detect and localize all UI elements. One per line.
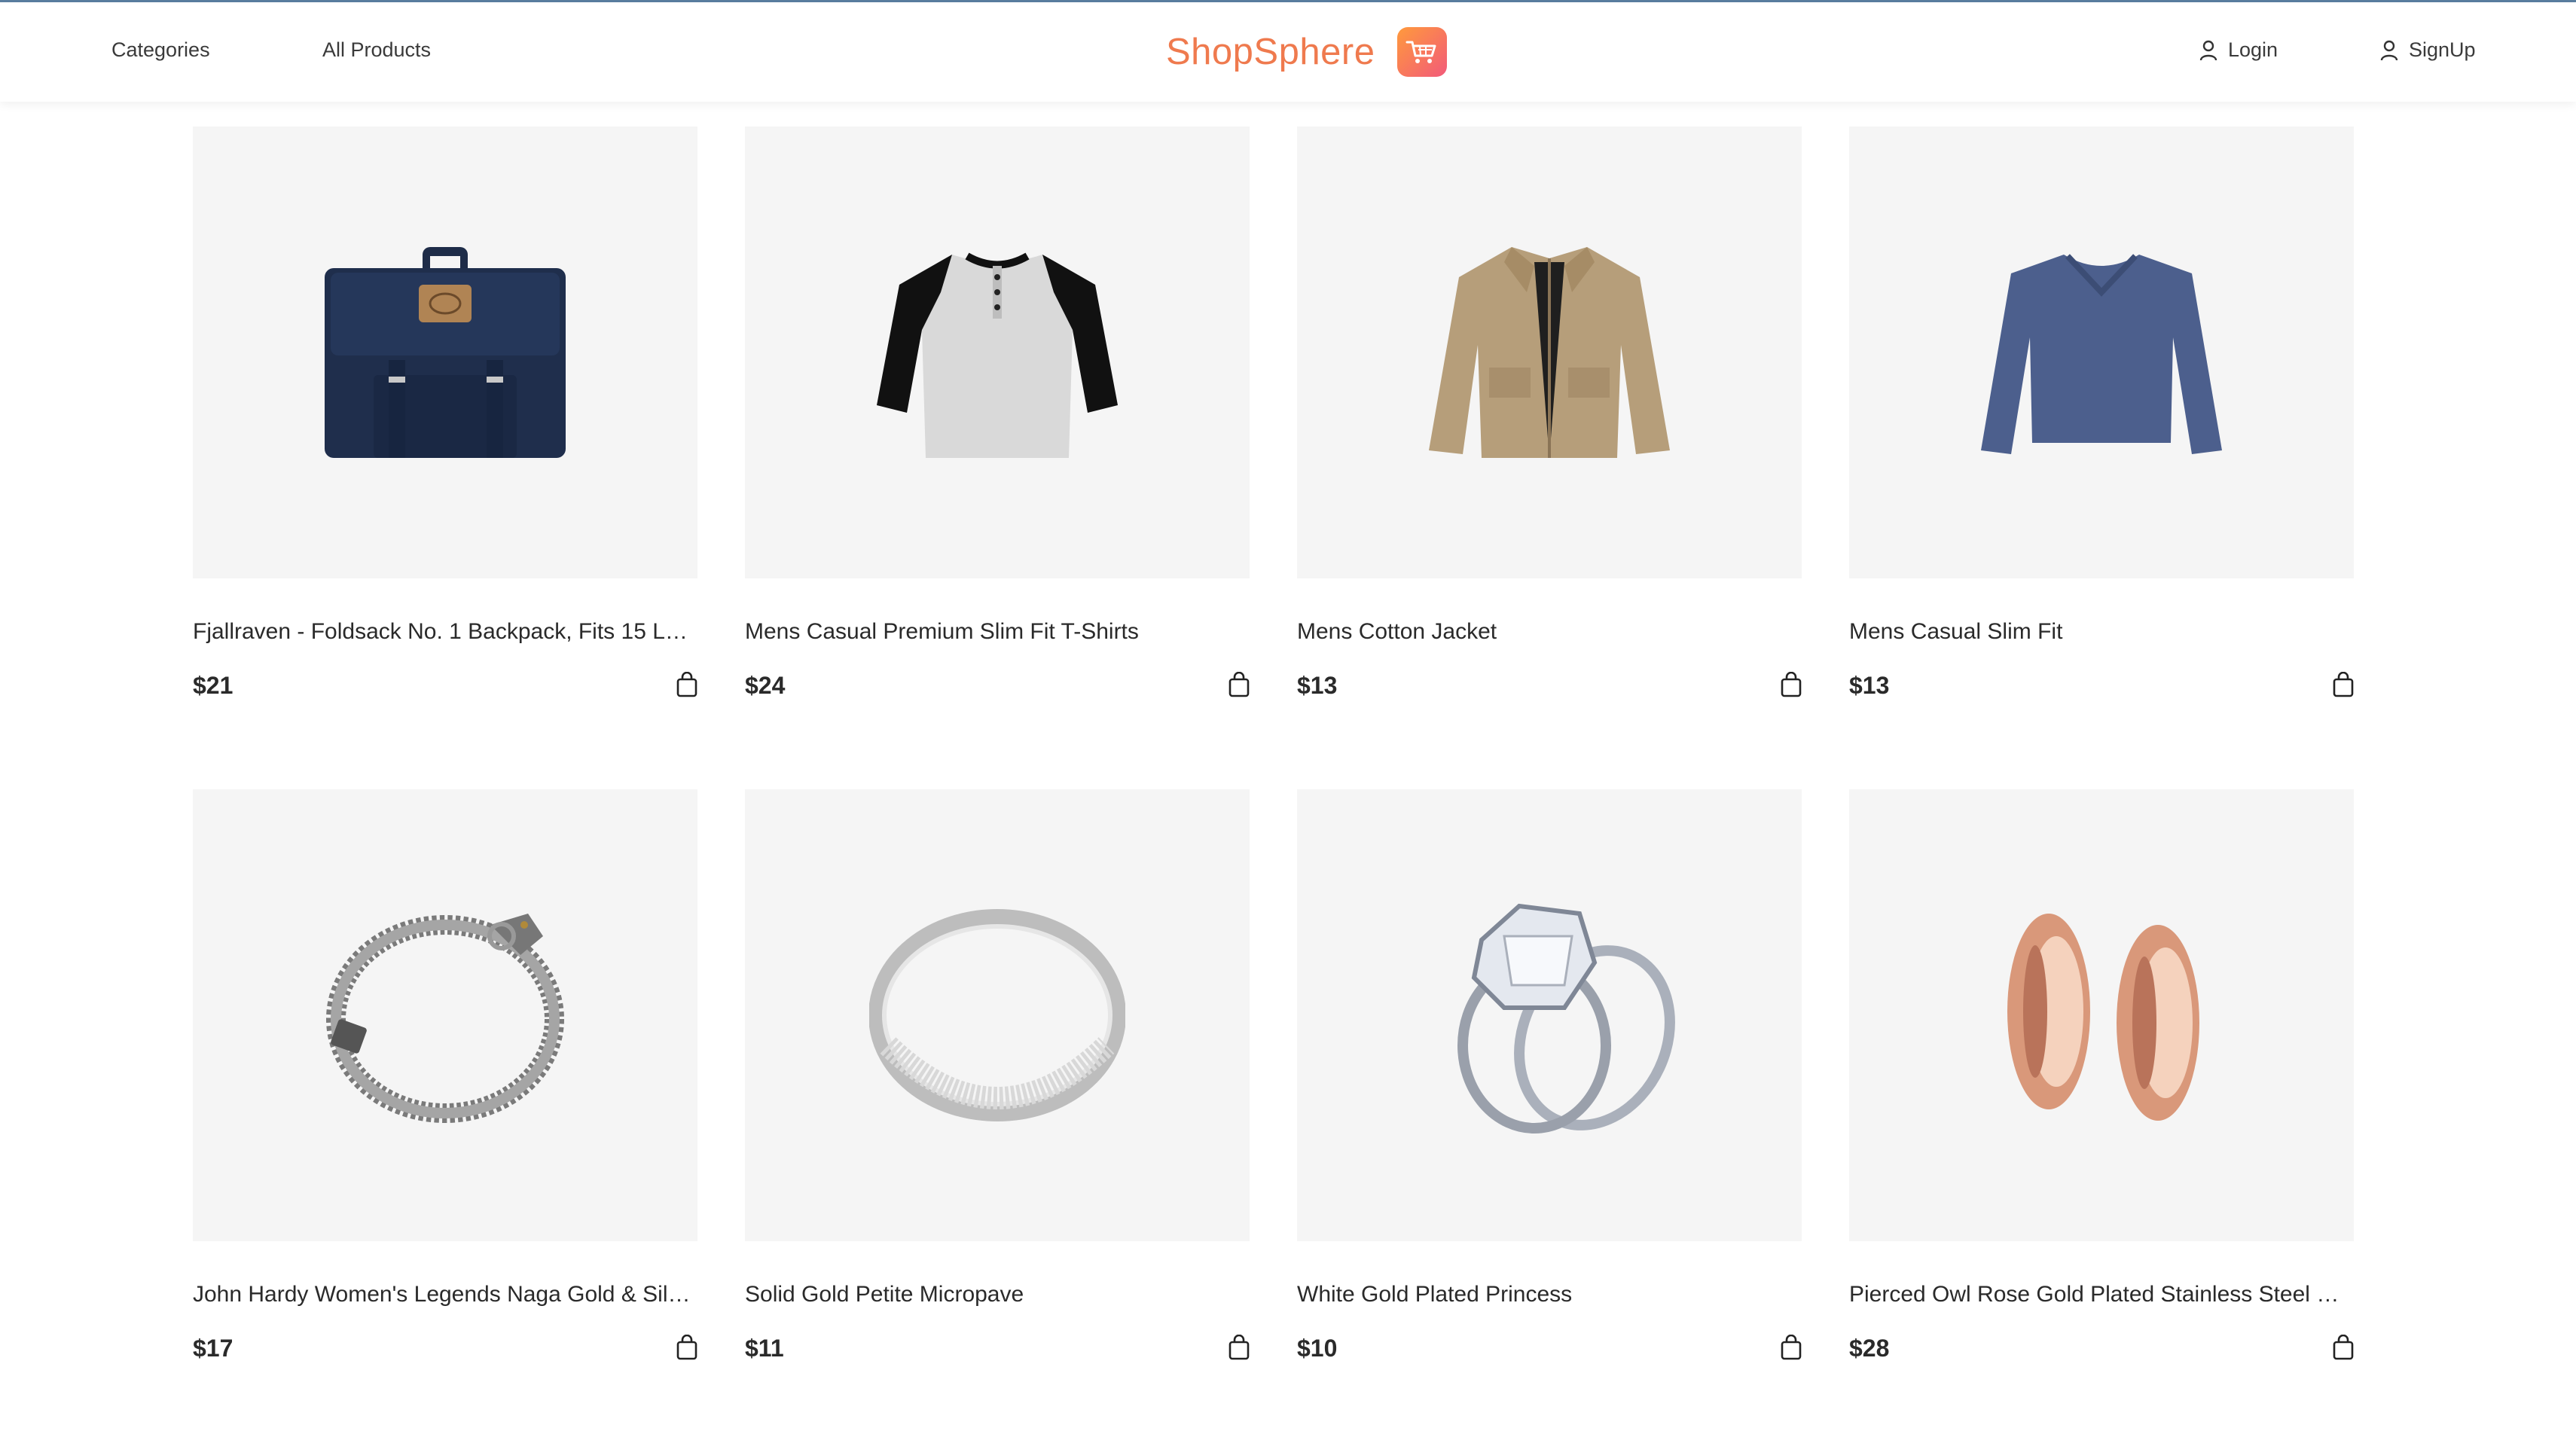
jacket-image[interactable] [1297, 127, 1802, 578]
product-card[interactable]: Solid Gold Petite Micropave $11 [745, 789, 1250, 1377]
princess-ring-image[interactable] [1297, 789, 1802, 1241]
product-price: $13 [1849, 672, 1890, 699]
shopping-bag-icon[interactable] [2333, 671, 2354, 697]
product-price: $11 [745, 1335, 784, 1362]
product-title[interactable]: Mens Casual Slim Fit [1849, 619, 2354, 645]
shopping-bag-icon[interactable] [1781, 671, 1802, 697]
shopping-bag-icon[interactable] [1228, 1334, 1250, 1360]
ring-image[interactable] [745, 789, 1250, 1241]
product-price: $21 [193, 672, 233, 699]
product-card[interactable]: Mens Cotton Jacket $13 [1297, 127, 1802, 714]
product-title[interactable]: Mens Cotton Jacket [1297, 619, 1802, 645]
product-card[interactable]: John Hardy Women's Legends Naga Gold & S… [193, 789, 697, 1377]
backpack-image[interactable] [193, 127, 697, 578]
product-card[interactable]: Mens Casual Premium Slim Fit T-Shirts $2… [745, 127, 1250, 714]
cart-logo-icon [1397, 27, 1448, 77]
shopping-bag-icon[interactable] [676, 1334, 697, 1360]
product-title[interactable]: Fjallraven - Foldsack No. 1 Backpack, Fi… [193, 619, 697, 645]
signup-label: SignUp [2409, 38, 2476, 61]
bracelet-image[interactable] [193, 789, 697, 1241]
brand-name: ShopSphere [1166, 32, 1375, 72]
product-title[interactable]: White Gold Plated Princess [1297, 1282, 1802, 1307]
site-header: Categories All Products ShopSphere Login… [0, 2, 2576, 102]
product-card[interactable]: Pierced Owl Rose Gold Plated Stainless S… [1849, 789, 2354, 1377]
shopping-bag-icon[interactable] [1228, 671, 1250, 697]
product-title[interactable]: Mens Casual Premium Slim Fit T-Shirts [745, 619, 1250, 645]
nav-all-products-link[interactable]: All Products [322, 38, 431, 62]
product-card[interactable]: Fjallraven - Foldsack No. 1 Backpack, Fi… [193, 127, 697, 714]
login-button[interactable]: Login [2199, 38, 2278, 62]
product-card[interactable]: Mens Casual Slim Fit $13 [1849, 127, 2354, 714]
shopping-bag-icon[interactable] [2333, 1334, 2354, 1360]
product-price: $10 [1297, 1335, 1338, 1362]
login-label: Login [2228, 38, 2278, 61]
nav-categories-link[interactable]: Categories [111, 38, 210, 62]
product-card[interactable]: White Gold Plated Princess $10 [1297, 789, 1802, 1377]
product-price: $28 [1849, 1335, 1890, 1362]
product-price: $17 [193, 1335, 233, 1362]
product-price: $13 [1297, 672, 1338, 699]
tshirt-image[interactable] [745, 127, 1250, 578]
shopping-bag-icon[interactable] [1781, 1334, 1802, 1360]
product-title[interactable]: Solid Gold Petite Micropave [745, 1282, 1250, 1307]
user-icon [2380, 40, 2398, 61]
signup-button[interactable]: SignUp [2380, 38, 2476, 62]
user-icon [2199, 40, 2217, 61]
brand[interactable]: ShopSphere [1166, 23, 1448, 81]
product-price: $24 [745, 672, 786, 699]
shopping-bag-icon[interactable] [676, 671, 697, 697]
product-title[interactable]: Pierced Owl Rose Gold Plated Stainless S… [1849, 1282, 2354, 1307]
earrings-image[interactable] [1849, 789, 2354, 1241]
longsleeve-image[interactable] [1849, 127, 2354, 578]
product-title[interactable]: John Hardy Women's Legends Naga Gold & S… [193, 1282, 697, 1307]
